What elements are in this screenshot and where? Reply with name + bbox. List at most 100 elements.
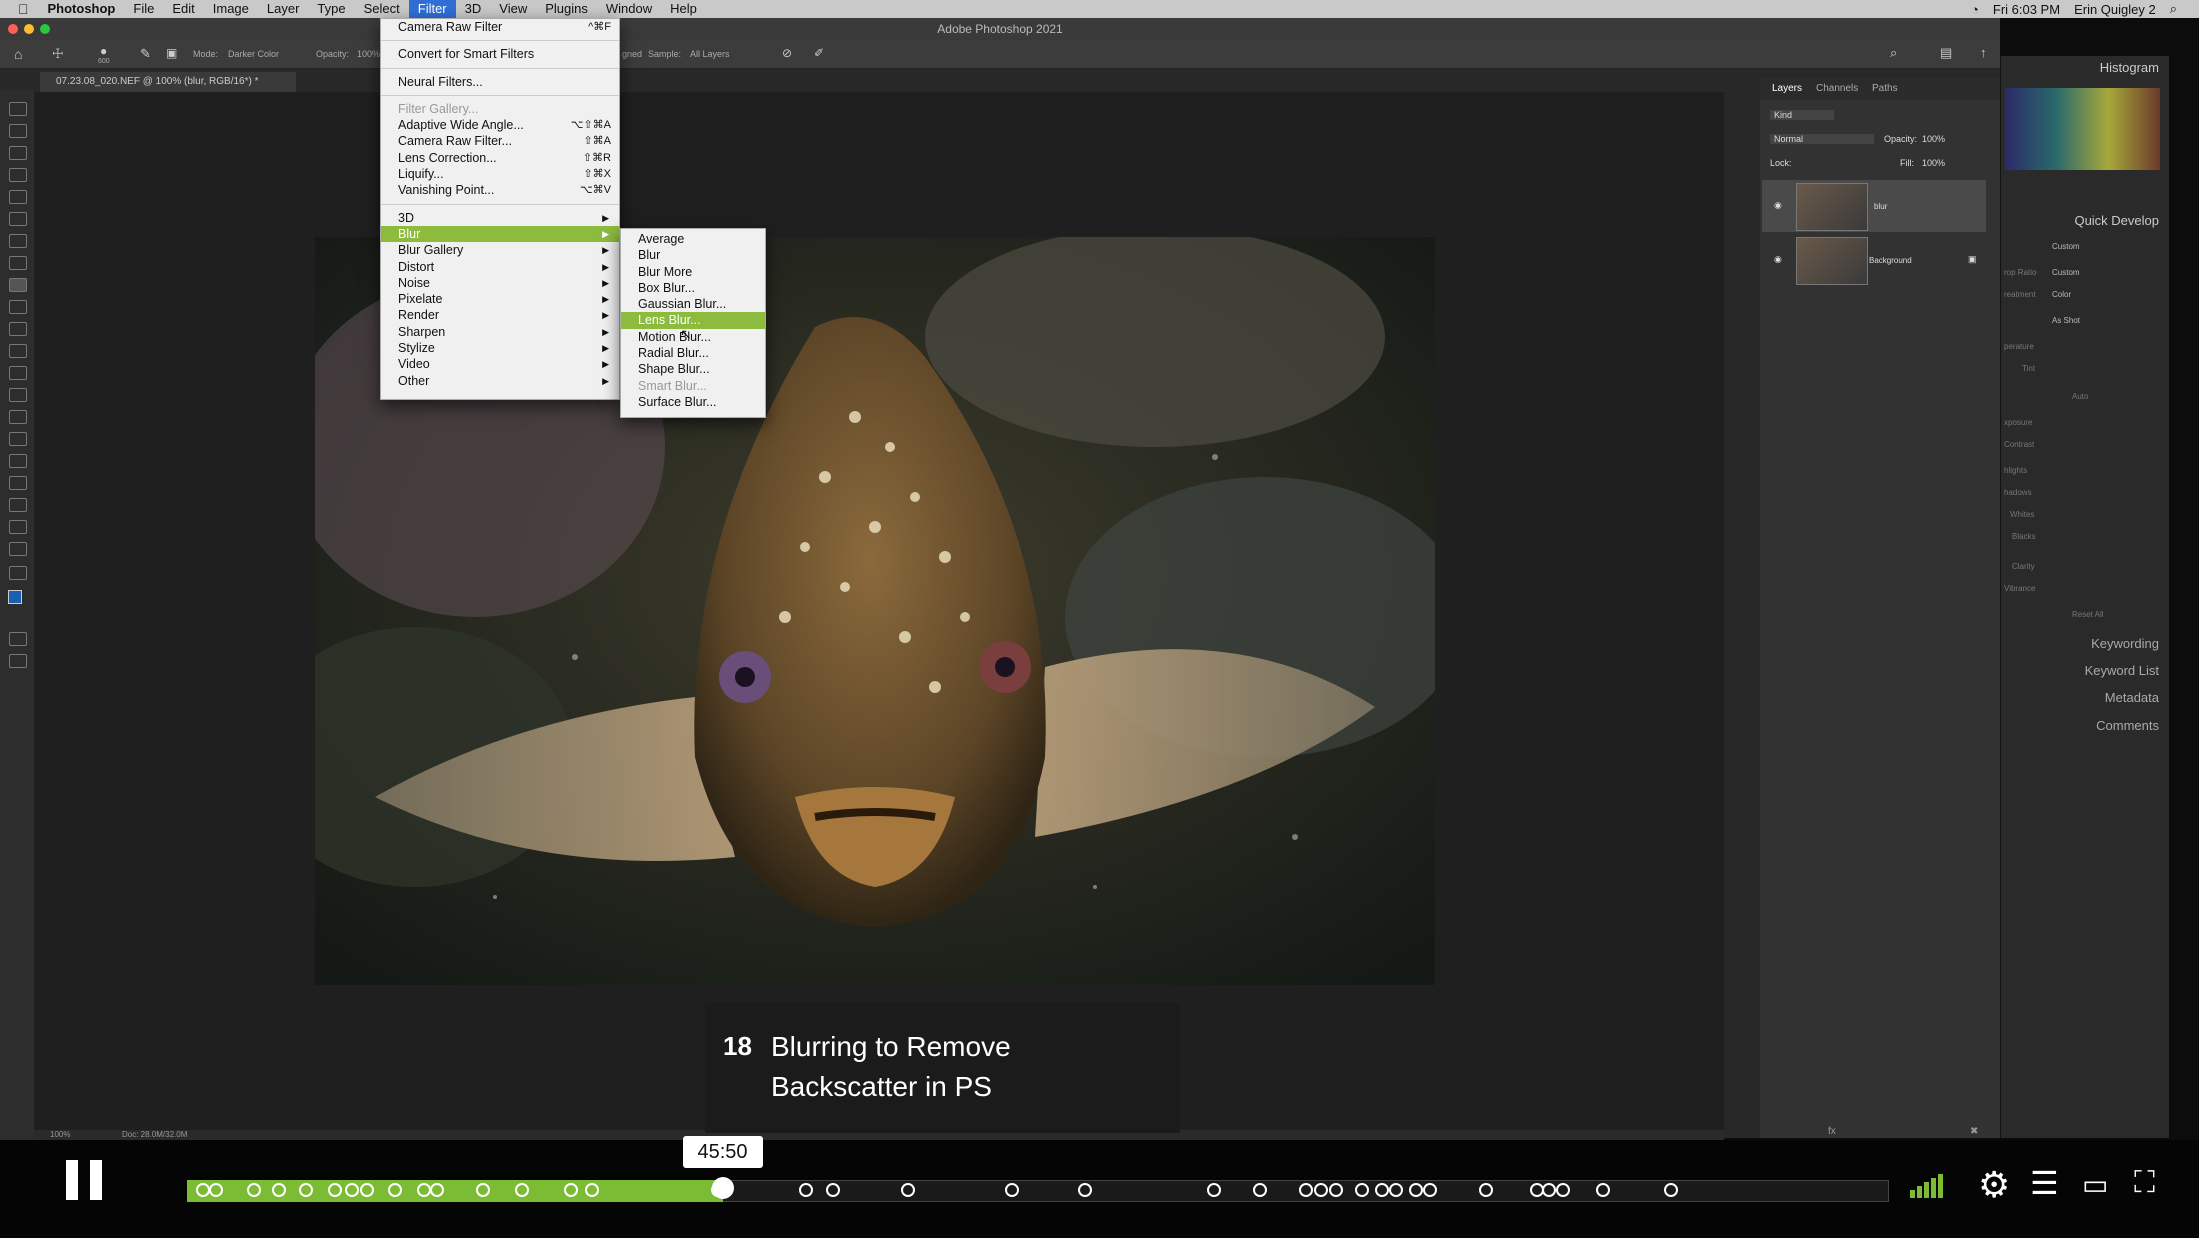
workspace-icon[interactable]: ▤ (1940, 45, 1952, 61)
menu-item-vanishing-point[interactable]: Vanishing Point... ⌥⌘V (381, 182, 619, 198)
menu-item-blur[interactable]: Blur ▶ (381, 225, 619, 243)
menu-item-video[interactable]: Video ▶ (381, 356, 619, 372)
mode-select[interactable]: Darker Color (228, 49, 308, 59)
chapter-marker[interactable] (901, 1183, 915, 1197)
menu-view[interactable]: View (490, 0, 536, 18)
user-name[interactable]: Erin Quigley 2 (2074, 2, 2156, 17)
submenu-item-shape-blur[interactable]: Shape Blur... (621, 361, 765, 377)
menu-help[interactable]: Help (661, 0, 706, 18)
chapter-marker[interactable] (209, 1183, 224, 1197)
move-tool-icon[interactable] (9, 102, 27, 116)
menu-type[interactable]: Type (308, 0, 354, 18)
zoom-window-icon[interactable] (40, 24, 50, 34)
visibility-eye-icon[interactable]: ◉ (1774, 200, 1782, 211)
menu-item-lens-correction[interactable]: Lens Correction... ⇧⌘R (381, 150, 619, 166)
menu-file[interactable]: File (124, 0, 163, 18)
stamp-tool-icon[interactable]: ☩ (52, 46, 64, 62)
close-window-icon[interactable] (8, 24, 18, 34)
chapter-marker[interactable] (1354, 1183, 1369, 1197)
document-tab[interactable]: 07.23.08_020.NEF @ 100% (blur, RGB/16*) … (40, 72, 296, 92)
layer-name[interactable]: Background (1869, 256, 1912, 265)
visibility-eye-icon[interactable]: ◉ (1774, 254, 1782, 265)
chapter-marker[interactable] (1555, 1183, 1570, 1197)
reset-all-button[interactable]: Reset All (2072, 610, 2104, 619)
type-tool-icon[interactable] (9, 432, 27, 446)
airplay-icon[interactable]: ▭ (2082, 1168, 2108, 1201)
lasso-tool-icon[interactable] (9, 146, 27, 160)
chapter-marker[interactable] (1252, 1183, 1267, 1197)
menu-item-noise[interactable]: Noise ▶ (381, 275, 619, 291)
delete-layer-icon[interactable]: ✖ (1970, 1126, 1978, 1137)
chapter-marker[interactable] (272, 1183, 286, 1197)
comments-header[interactable]: Comments (2096, 718, 2159, 733)
submenu-item-lens-blur[interactable]: Lens Blur... (621, 312, 765, 329)
fullscreen-icon[interactable]: ⛶ (2134, 1166, 2155, 1200)
chapter-marker[interactable] (195, 1183, 210, 1197)
menu-layer[interactable]: Layer (258, 0, 309, 18)
shape-tool-icon[interactable] (9, 476, 27, 490)
hand-tool-icon[interactable] (9, 498, 27, 512)
chapter-marker[interactable] (476, 1183, 490, 1197)
chapter-marker[interactable] (515, 1183, 530, 1197)
blend-mode-select[interactable]: Normal (1770, 134, 1874, 144)
menu-filter[interactable]: Filter (408, 0, 456, 18)
menu-item-camera-raw[interactable]: Camera Raw Filter... ⇧⌘A (381, 133, 619, 149)
crop-ratio-select[interactable]: Custom (2052, 268, 2080, 277)
zoom-tool-icon[interactable] (9, 520, 27, 534)
sample-select[interactable]: All Layers (690, 49, 770, 59)
chapter-marker[interactable] (1077, 1183, 1092, 1197)
submenu-item-blur[interactable]: Blur (621, 247, 765, 263)
wifi-icon[interactable]: ◔ (1971, 2, 1979, 17)
blur-tool-icon[interactable] (9, 366, 27, 380)
gradient-tool-icon[interactable] (9, 344, 27, 358)
zoom-level[interactable]: 100% (50, 1130, 70, 1139)
submenu-item-gaussian-blur[interactable]: Gaussian Blur... (621, 296, 765, 312)
menu-item-liquify[interactable]: Liquify... ⇧⌘X (381, 166, 619, 182)
screen-mode-icon[interactable] (9, 654, 27, 668)
history-brush-tool-icon[interactable] (9, 300, 27, 314)
preset-select[interactable]: Custom (2052, 242, 2080, 251)
keyword-list-header[interactable]: Keyword List (2085, 663, 2159, 678)
menu-app-photoshop[interactable]: Photoshop (39, 0, 125, 18)
clock[interactable]: Fri 6:03 PM (1993, 2, 2060, 17)
treatment-select[interactable]: Color (2052, 290, 2071, 299)
menu-3d[interactable]: 3D (456, 0, 491, 18)
doc-size[interactable]: Doc: 28.0M/32.0M (122, 1130, 187, 1139)
menu-item-distort[interactable]: Distort ▶ (381, 259, 619, 275)
chapter-marker[interactable] (416, 1183, 431, 1197)
chapters-list-icon[interactable]: ☰ (2030, 1164, 2059, 1202)
menu-image[interactable]: Image (204, 0, 258, 18)
spotlight-icon[interactable]: ⌕ (2170, 1, 2177, 17)
layer-row-background[interactable]: ◉ Background ▣ (1762, 234, 1986, 286)
pen-tool-icon[interactable] (9, 410, 27, 424)
dodge-tool-icon[interactable] (9, 388, 27, 402)
chapter-marker[interactable] (1388, 1183, 1403, 1197)
chapter-marker[interactable] (246, 1183, 261, 1197)
menu-item-3d[interactable]: 3D ▶ (381, 210, 619, 226)
menu-item-sharpen[interactable]: Sharpen ▶ (381, 324, 619, 340)
menu-item-other[interactable]: Other ▶ (381, 373, 619, 389)
chapter-marker[interactable] (1541, 1183, 1556, 1197)
quick-develop-header[interactable]: Quick Develop (2074, 213, 2159, 228)
brush-tool-icon[interactable] (9, 256, 27, 270)
apple-menu-icon[interactable]:  (0, 1, 39, 17)
chapter-marker[interactable] (430, 1183, 445, 1197)
share-icon[interactable]: ↑ (1980, 45, 1987, 60)
menu-item-render[interactable]: Render ▶ (381, 307, 619, 323)
chapter-marker[interactable] (1004, 1183, 1019, 1197)
clone-stamp-tool-icon[interactable] (9, 278, 27, 292)
clone-source-icon[interactable]: ✎ (140, 46, 151, 62)
toggle-brush-panel-icon[interactable]: ▣ (166, 46, 177, 60)
layer-name[interactable]: blur (1874, 202, 1887, 211)
settings-gear-icon[interactable]: ⚙ (1978, 1164, 2010, 1206)
menu-plugins[interactable]: Plugins (536, 0, 597, 18)
chapter-marker[interactable] (1298, 1183, 1313, 1197)
layer-fx-icon[interactable]: fx (1828, 1126, 1836, 1137)
layer-filter-select[interactable]: Kind (1770, 110, 1834, 120)
search-icon[interactable]: ⌕ (1890, 45, 1897, 61)
menu-select[interactable]: Select (355, 0, 409, 18)
menu-item-stylize[interactable]: Stylize ▶ (381, 340, 619, 356)
chapter-marker[interactable] (799, 1183, 813, 1197)
tab-paths[interactable]: Paths (1872, 83, 1898, 94)
crop-tool-icon[interactable] (9, 190, 27, 204)
